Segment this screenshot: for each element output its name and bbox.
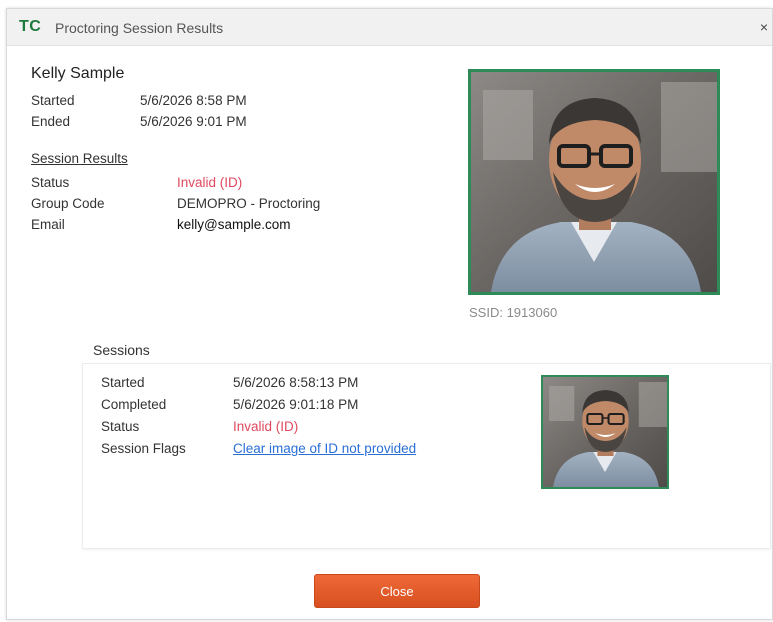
ended-label: Ended xyxy=(31,114,71,129)
status-label: Status xyxy=(31,175,70,190)
session-flag-link[interactable]: Clear image of ID not provided xyxy=(233,441,416,456)
started-label: Started xyxy=(31,93,75,108)
close-icon[interactable]: × xyxy=(760,19,768,35)
dialog-title: Proctoring Session Results xyxy=(55,20,224,36)
ssid-label: SSID: 1913060 xyxy=(469,305,558,320)
ended-value: 5/6/2026 9:01 PM xyxy=(140,114,247,129)
session-status-value: Invalid (ID) xyxy=(233,419,299,434)
dialog-titlebar: TC Proctoring Session Results × xyxy=(7,9,772,46)
group-code-label: Group Code xyxy=(31,196,105,211)
session-photo-thumbnail[interactable] xyxy=(541,375,669,489)
session-started-value: 5/6/2026 8:58:13 PM xyxy=(233,375,359,390)
session-results-dialog: TC Proctoring Session Results × Kelly Sa… xyxy=(6,8,773,620)
person-name: Kelly Sample xyxy=(31,65,125,82)
session-status-label: Status xyxy=(101,419,140,434)
sessions-heading: Sessions xyxy=(93,342,150,358)
close-button[interactable]: Close xyxy=(314,574,480,608)
candidate-photo xyxy=(468,69,720,295)
session-results-heading: Session Results xyxy=(31,151,128,166)
session-completed-label: Completed xyxy=(101,397,167,412)
session-flags-label: Session Flags xyxy=(101,441,186,456)
status-value: Invalid (ID) xyxy=(177,175,243,190)
session-started-label: Started xyxy=(101,375,145,390)
group-code-value: DEMOPRO - Proctoring xyxy=(177,196,321,211)
brand-logo: TC xyxy=(19,18,42,35)
started-value: 5/6/2026 8:58 PM xyxy=(140,93,247,108)
session-photo-image xyxy=(543,377,667,487)
email-value: kelly@sample.com xyxy=(177,217,291,232)
session-completed-value: 5/6/2026 9:01:18 PM xyxy=(233,397,359,412)
email-label: Email xyxy=(31,217,65,232)
candidate-photo-image xyxy=(471,72,717,292)
